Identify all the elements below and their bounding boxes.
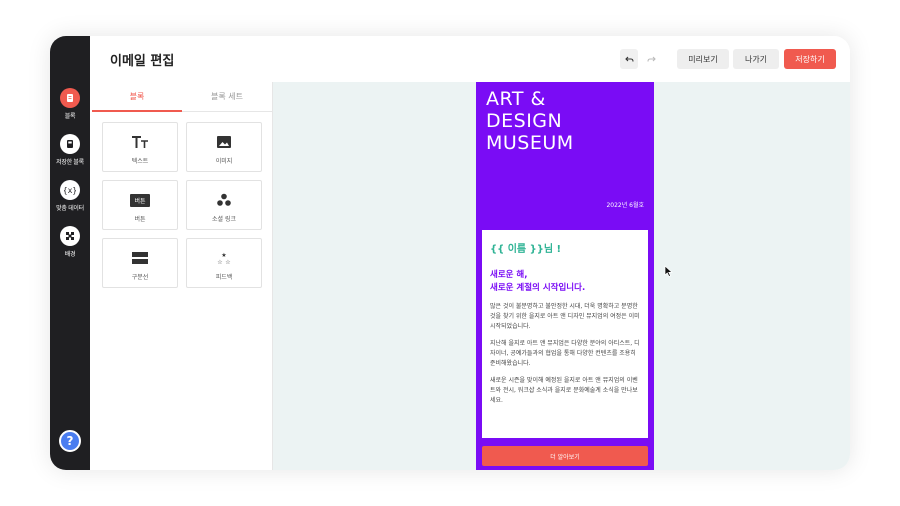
hero-line: ART & — [486, 88, 546, 110]
email-text-block[interactable]: {{ 이름 }}님 ! 새로운 해, 새로운 계절의 시작입니다. 많은 것이 … — [482, 230, 648, 438]
redo-button[interactable] — [642, 49, 660, 69]
tab-block-sets[interactable]: 블록 세트 — [182, 82, 272, 112]
text-icon — [103, 131, 177, 153]
background-icon — [60, 226, 80, 246]
rail-item-custom-data[interactable]: {x} 맞춤 데이터 — [50, 180, 90, 212]
rail-label: 맞춤 데이터 — [56, 205, 84, 212]
svg-text:{x}: {x} — [64, 186, 76, 195]
rail-item-blocks[interactable]: 블록 — [50, 88, 90, 120]
feedback-icon: ★ ☆ ☆ — [187, 247, 261, 269]
redo-icon — [646, 56, 656, 62]
block-label: 버튼 — [134, 216, 146, 223]
image-icon — [187, 131, 261, 153]
save-button[interactable]: 저장하기 — [784, 49, 836, 69]
button-icon: 버튼 — [103, 189, 177, 211]
block-tile-feedback[interactable]: ★ ☆ ☆ 피드백 — [186, 238, 262, 288]
email-paragraph: 지난해 을지로 아트 앤 뮤지엄은 다양한 분야의 아티스트, 디자이너, 공예… — [490, 340, 640, 367]
block-tile-button[interactable]: 버튼 버튼 — [102, 180, 178, 230]
exit-button[interactable]: 나가기 — [733, 49, 779, 69]
email-canvas: ART & DESIGN MUSEUM 2022년 6월호 {{ 이름 }}님 … — [273, 82, 850, 470]
heading-line: 새로운 계절의 시작입니다. — [490, 283, 586, 293]
greeting: {{ 이름 }}님 ! — [490, 244, 562, 255]
block-label: 소셜 링크 — [212, 216, 236, 223]
divider-icon — [103, 247, 177, 269]
app-window: 블록 저장한 블록 {x} 맞춤 데이터 배경 ? 이메일 편집 — [50, 36, 850, 470]
side-rail: 블록 저장한 블록 {x} 맞춤 데이터 배경 ? — [50, 36, 90, 470]
block-label: 구분선 — [131, 274, 149, 281]
undo-button[interactable] — [620, 49, 638, 69]
mouse-cursor-icon — [664, 265, 673, 277]
learn-more-button[interactable]: 더 알아보기 — [482, 446, 648, 466]
svg-text:☆: ☆ — [217, 259, 222, 265]
block-tile-divider[interactable]: 구분선 — [102, 238, 178, 288]
block-tile-social[interactable]: 소셜 링크 — [186, 180, 262, 230]
block-panel: 블록 블록 세트 텍스트 이미지 버튼 버튼 소셜 링크 구분선 ★ ☆ ☆ 피… — [90, 82, 273, 470]
svg-text:★: ★ — [221, 252, 226, 259]
button-icon-text: 버튼 — [130, 193, 150, 207]
preview-button[interactable]: 미리보기 — [677, 49, 729, 69]
issue-date: 2022년 6월호 — [606, 202, 644, 209]
page-title: 이메일 편집 — [110, 54, 175, 69]
rail-label: 배경 — [64, 251, 76, 258]
hero-line: MUSEUM — [486, 132, 574, 154]
rail-label: 블록 — [64, 113, 76, 120]
block-label: 이미지 — [215, 158, 233, 165]
rail-item-saved-blocks[interactable]: 저장한 블록 — [50, 134, 90, 166]
social-icon — [187, 189, 261, 211]
block-tile-image[interactable]: 이미지 — [186, 122, 262, 172]
email-paragraph: 새로운 시즌을 맞이해 예정된 을지로 아트 앤 뮤지엄의 이벤트와 전시, 워… — [490, 377, 638, 404]
block-label: 텍스트 — [131, 158, 149, 165]
hero-title: ART & DESIGN MUSEUM — [486, 88, 574, 154]
rail-item-background[interactable]: 배경 — [50, 226, 90, 258]
block-label: 피드백 — [215, 274, 233, 281]
email-preview[interactable]: ART & DESIGN MUSEUM 2022년 6월호 {{ 이름 }}님 … — [476, 82, 654, 470]
hero-line: DESIGN — [486, 110, 563, 132]
email-heading: 새로운 해, 새로운 계절의 시작입니다. — [490, 269, 640, 295]
block-icon — [60, 88, 80, 108]
block-tile-text[interactable]: 텍스트 — [102, 122, 178, 172]
saved-block-icon — [60, 134, 80, 154]
heading-line: 새로운 해, — [490, 270, 528, 280]
help-button[interactable]: ? — [59, 430, 81, 452]
rail-label: 저장한 블록 — [56, 159, 84, 166]
undo-icon — [624, 56, 634, 62]
custom-data-icon: {x} — [60, 180, 80, 200]
tab-blocks[interactable]: 블록 — [92, 82, 182, 112]
svg-text:☆: ☆ — [225, 259, 230, 265]
email-paragraph: 많은 것이 불분명하고 불안정한 시대, 더욱 명확하고 분명한 것을 찾기 위… — [490, 303, 640, 330]
editor-header: 이메일 편집 미리보기 나가기 저장하기 — [90, 36, 850, 82]
